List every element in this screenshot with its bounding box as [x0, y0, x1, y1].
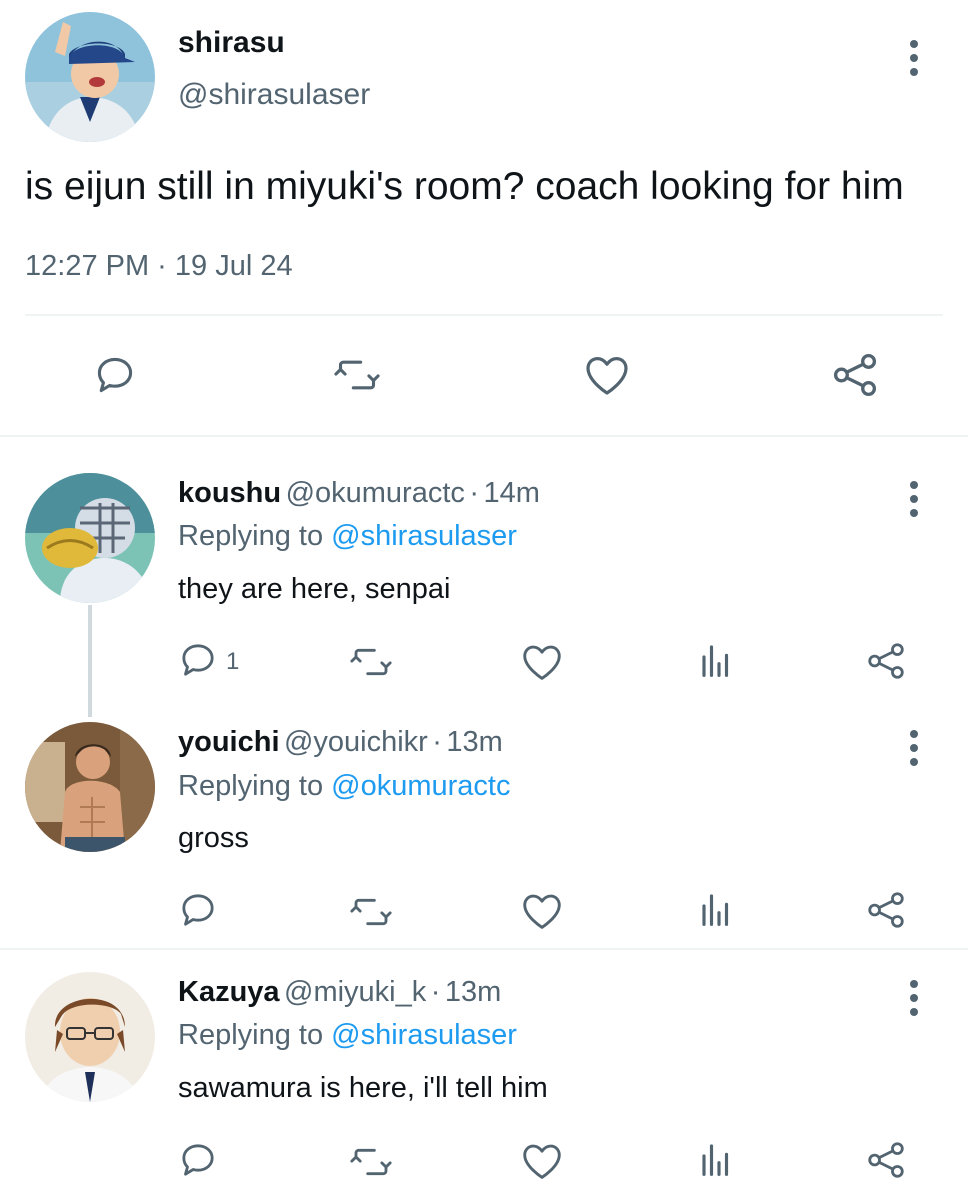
like-icon[interactable]	[583, 353, 631, 397]
avatar-kazuya[interactable]	[25, 972, 155, 1102]
reply-icon[interactable]	[178, 890, 218, 930]
avatar-shirasu[interactable]	[25, 12, 155, 142]
replying-to-label: Replying to	[178, 770, 324, 802]
reply-author-name[interactable]: Kazuya	[178, 976, 280, 1008]
reply-header: koushu @okumuractc · 14m	[178, 477, 540, 510]
like-icon[interactable]	[520, 891, 564, 931]
share-icon[interactable]	[865, 889, 907, 931]
more-options-icon[interactable]	[910, 730, 918, 772]
like-icon[interactable]	[520, 1141, 564, 1181]
reply-icon[interactable]	[178, 1140, 218, 1180]
more-options-icon[interactable]	[910, 40, 918, 82]
reply-header: youichi @youichikr · 13m	[178, 726, 503, 759]
reply-time[interactable]: 13m	[445, 976, 501, 1008]
tweet-timestamp[interactable]: 12:27 PM · 19 Jul 24	[25, 250, 293, 283]
replying-to: Replying to @shirasulaser	[178, 1019, 517, 1052]
more-options-icon[interactable]	[910, 481, 918, 523]
retweet-icon[interactable]	[349, 642, 393, 682]
avatar-koushu[interactable]	[25, 473, 155, 603]
separator: ·	[432, 726, 442, 758]
reply-time[interactable]: 13m	[446, 726, 502, 758]
reply-author-handle[interactable]: @miyuki_k	[284, 976, 426, 1008]
reply-author-name[interactable]: koushu	[178, 477, 281, 509]
divider	[0, 435, 968, 437]
retweet-icon[interactable]	[333, 353, 381, 397]
reply-text: sawamura is here, i'll tell him	[178, 1072, 548, 1104]
tweet-text: is eijun still in miyuki's room? coach l…	[25, 165, 904, 208]
retweet-icon[interactable]	[349, 1142, 393, 1182]
divider	[25, 314, 943, 316]
avatar-youichi[interactable]	[25, 722, 155, 852]
author-handle[interactable]: @shirasulaser	[178, 78, 370, 112]
share-icon[interactable]	[865, 640, 907, 682]
reply-text: they are here, senpai	[178, 573, 451, 605]
author-name[interactable]: shirasu	[178, 26, 285, 60]
reply-text: gross	[178, 822, 249, 854]
analytics-icon[interactable]	[694, 1141, 734, 1181]
retweet-icon[interactable]	[349, 892, 393, 932]
replying-to: Replying to @shirasulaser	[178, 520, 517, 553]
replying-to-mention[interactable]: @shirasulaser	[331, 1019, 517, 1051]
reply-time[interactable]: 14m	[483, 477, 539, 509]
replying-to-mention[interactable]: @okumuractc	[331, 770, 510, 802]
separator: ·	[430, 976, 441, 1008]
replying-to-label: Replying to	[178, 520, 324, 552]
reply-header: Kazuya @miyuki_k · 13m	[178, 976, 501, 1009]
more-options-icon[interactable]	[910, 980, 918, 1022]
separator: ·	[469, 477, 480, 509]
share-icon[interactable]	[865, 1139, 907, 1181]
share-icon[interactable]	[830, 350, 880, 400]
divider	[0, 948, 968, 950]
reply-count: 1	[226, 648, 240, 675]
reply-author-handle[interactable]: @okumuractc	[286, 477, 465, 509]
reply-icon[interactable]	[93, 353, 137, 397]
like-icon[interactable]	[520, 642, 564, 682]
replying-to-label: Replying to	[178, 1019, 324, 1051]
analytics-icon[interactable]	[694, 642, 734, 682]
thread-line	[88, 605, 92, 717]
reply-author-handle[interactable]: @youichikr	[284, 726, 428, 758]
reply-author-name[interactable]: youichi	[178, 726, 280, 758]
replying-to: Replying to @okumuractc	[178, 770, 510, 803]
analytics-icon[interactable]	[694, 891, 734, 931]
replying-to-mention[interactable]: @shirasulaser	[331, 520, 517, 552]
reply-icon[interactable]	[178, 640, 218, 680]
